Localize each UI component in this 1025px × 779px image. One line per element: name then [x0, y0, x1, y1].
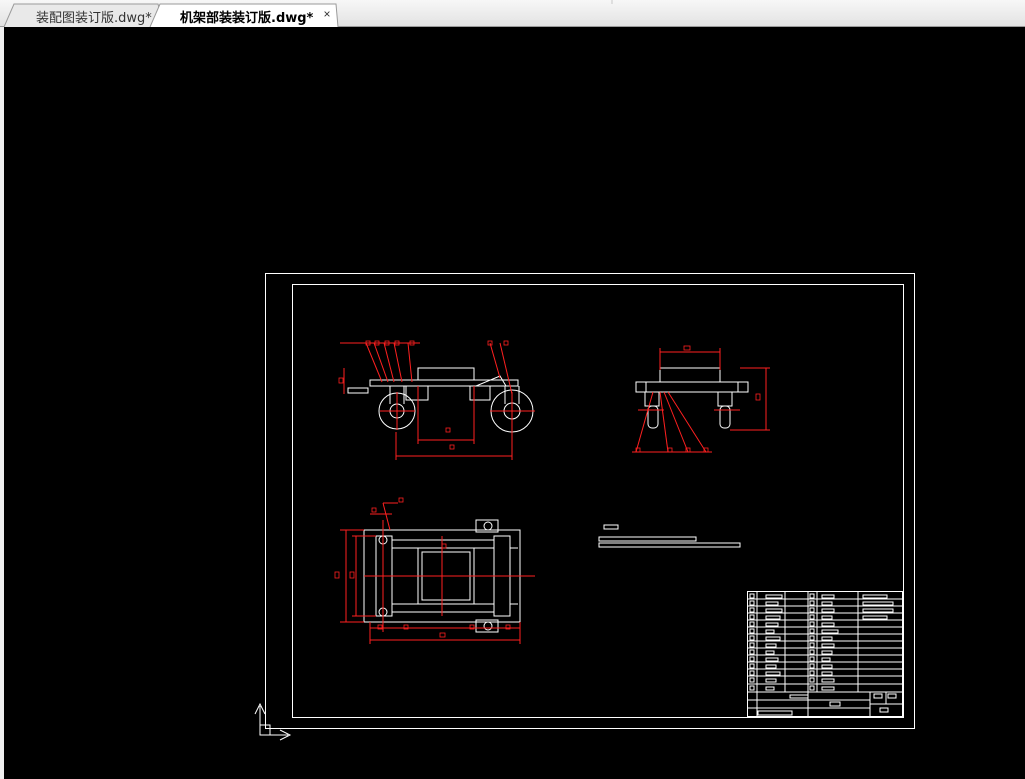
tab-frame-subassembly[interactable]: 机架部装装订版.dwg* [180, 7, 313, 26]
sheet-inner-border [292, 284, 904, 718]
ucs-axis-icon [254, 702, 292, 741]
technical-notes [598, 524, 741, 548]
front-view [347, 367, 534, 433]
side-view [635, 367, 749, 429]
drawing-canvas[interactable] [4, 27, 1025, 779]
tab-assembly-drawing[interactable]: 装配图装订版.dwg* [36, 7, 152, 26]
document-tab-bar: 装配图装订版.dwg* 机架部装装订版.dwg* × [0, 0, 1025, 27]
close-icon[interactable]: × [322, 8, 332, 20]
tab-shapes [3, 0, 613, 27]
dimension-text-marks [334, 340, 761, 638]
cad-drawing [254, 273, 915, 741]
parts-list-title-block [747, 591, 904, 717]
